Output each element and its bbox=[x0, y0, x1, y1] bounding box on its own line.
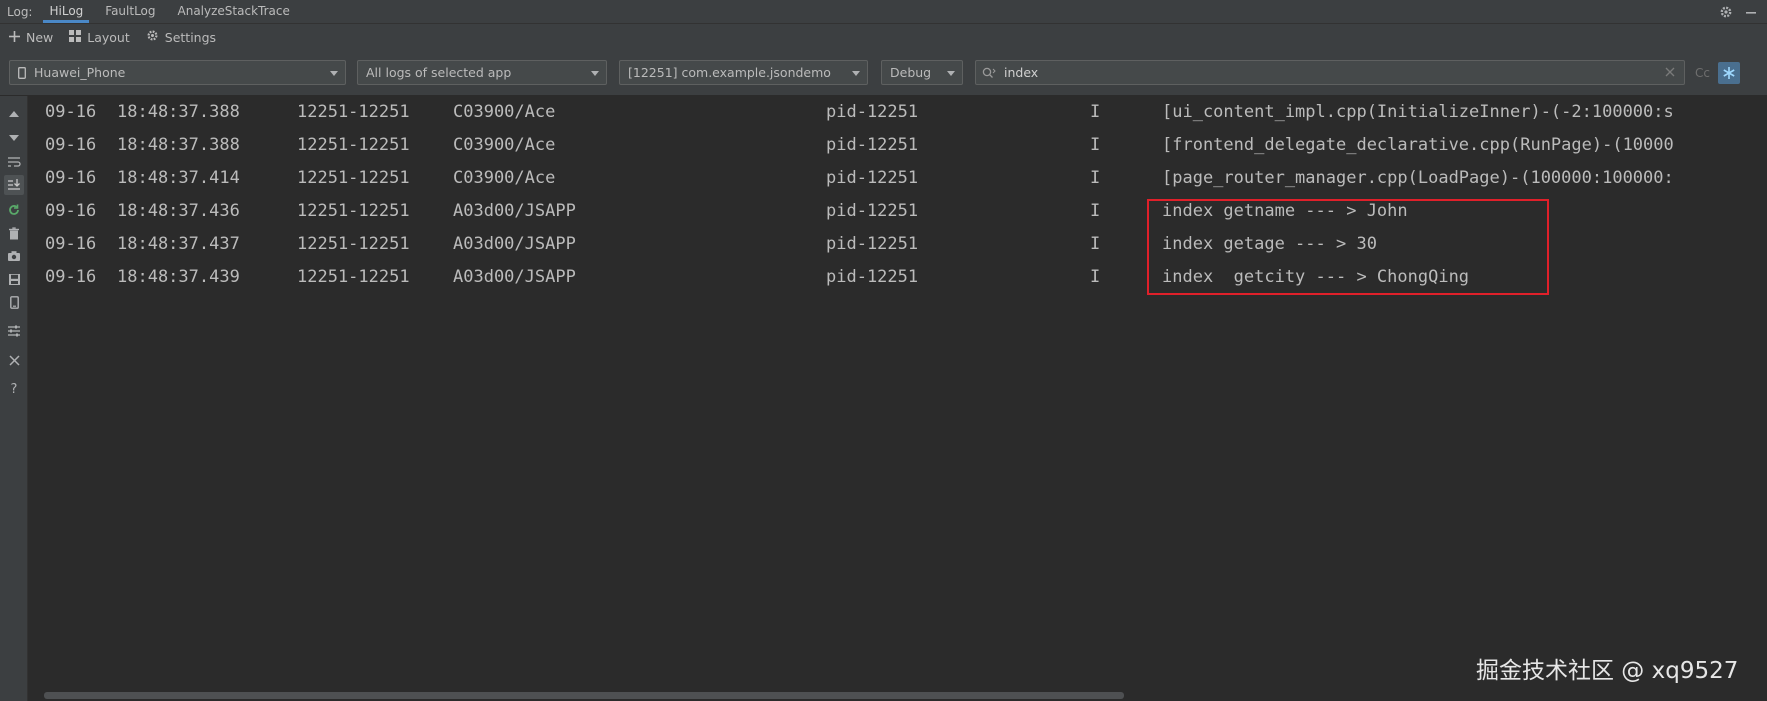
tab-analyzestacktrace[interactable]: AnalyzeStackTrace bbox=[167, 0, 301, 23]
layout-label: Layout bbox=[87, 29, 130, 45]
log-scope-select[interactable]: All logs of selected app bbox=[357, 60, 607, 85]
log-process: pid-12251 bbox=[826, 168, 919, 188]
log-date: 09-16 bbox=[45, 267, 97, 287]
tabbar-actions bbox=[1719, 0, 1767, 23]
plus-icon bbox=[9, 30, 20, 45]
help-icon[interactable]: ? bbox=[4, 379, 24, 399]
log-process: pid-12251 bbox=[826, 201, 919, 221]
log-pid-tid: 12251-12251 bbox=[297, 234, 410, 254]
clear-search-icon[interactable] bbox=[1664, 66, 1676, 78]
settings-label: Settings bbox=[164, 29, 217, 45]
log-output[interactable]: 09-16 18:48:37.388 12251-12251 C03900/Ac… bbox=[29, 96, 1767, 701]
log-tabbar: Log: HiLog FaultLog AnalyzeStackTrace bbox=[0, 0, 1767, 24]
phone-icon bbox=[18, 66, 26, 79]
match-case-toggle[interactable]: Cc bbox=[1695, 66, 1710, 80]
log-time: 18:48:37.414 bbox=[117, 168, 240, 188]
log-time: 18:48:37.388 bbox=[117, 135, 240, 155]
chevron-down-icon bbox=[330, 71, 338, 76]
log-tag: C03900/Ace bbox=[453, 102, 556, 122]
device-select-value: Huawei_Phone bbox=[34, 65, 126, 80]
log-time: 18:48:37.388 bbox=[117, 102, 240, 122]
process-select[interactable]: [12251] com.example.jsondemo bbox=[619, 60, 868, 85]
log-tag: C03900/Ace bbox=[453, 168, 556, 188]
action-bar: New Layout Settings bbox=[0, 24, 1767, 50]
log-date: 09-16 bbox=[45, 234, 97, 254]
log-tag: A03d00/JSAPP bbox=[453, 201, 576, 221]
log-tag: C03900/Ace bbox=[453, 135, 556, 155]
log-process: pid-12251 bbox=[826, 234, 919, 254]
new-button[interactable]: New bbox=[9, 30, 53, 45]
scroll-up-icon[interactable] bbox=[4, 104, 24, 124]
scroll-to-end-icon[interactable] bbox=[4, 175, 24, 195]
log-tag: A03d00/JSAPP bbox=[453, 267, 576, 287]
chevron-down-icon bbox=[852, 71, 860, 76]
highlight-annotation-box bbox=[1147, 199, 1549, 295]
log-level: I bbox=[1090, 234, 1101, 254]
search-field[interactable] bbox=[975, 60, 1685, 85]
log-pid-tid: 12251-12251 bbox=[297, 135, 410, 155]
search-icon bbox=[982, 67, 996, 79]
process-select-value: [12251] com.example.jsondemo bbox=[628, 65, 831, 80]
search-input[interactable] bbox=[1002, 64, 1642, 81]
gear-icon[interactable] bbox=[1719, 5, 1733, 19]
device-icon[interactable] bbox=[4, 292, 24, 312]
settings-button[interactable]: Settings bbox=[146, 29, 216, 45]
grid-icon bbox=[69, 29, 82, 45]
watermark-text: 掘金技术社区 @ xq9527 bbox=[1476, 658, 1739, 684]
log-pid-tid: 12251-12251 bbox=[297, 168, 410, 188]
log-scope-value: All logs of selected app bbox=[366, 65, 512, 80]
log-row[interactable]: 09-16 18:48:37.388 12251-12251 C03900/Ac… bbox=[29, 96, 1767, 129]
soft-wrap-icon[interactable] bbox=[4, 152, 24, 172]
log-level: I bbox=[1090, 267, 1101, 287]
camera-icon[interactable] bbox=[4, 246, 24, 266]
log-message: [ui_content_impl.cpp(InitializeInner)-(-… bbox=[1162, 102, 1674, 122]
log-date: 09-16 bbox=[45, 102, 97, 122]
log-process: pid-12251 bbox=[826, 102, 919, 122]
log-pid-tid: 12251-12251 bbox=[297, 267, 410, 287]
scroll-down-icon[interactable] bbox=[4, 128, 24, 148]
log-level: I bbox=[1090, 135, 1101, 155]
log-pid-tid: 12251-12251 bbox=[297, 102, 410, 122]
log-level-select[interactable]: Debug bbox=[881, 60, 963, 85]
device-select[interactable]: Huawei_Phone bbox=[9, 60, 346, 85]
log-date: 09-16 bbox=[45, 201, 97, 221]
tab-faultlog[interactable]: FaultLog bbox=[94, 0, 166, 23]
log-message: [page_router_manager.cpp(LoadPage)-(1000… bbox=[1162, 168, 1674, 188]
log-level-value: Debug bbox=[890, 65, 932, 80]
log-date: 09-16 bbox=[45, 168, 97, 188]
log-date: 09-16 bbox=[45, 135, 97, 155]
log-level: I bbox=[1090, 102, 1101, 122]
tab-hilog[interactable]: HiLog bbox=[38, 0, 94, 23]
minimize-icon[interactable] bbox=[1745, 5, 1757, 19]
trash-icon[interactable] bbox=[4, 223, 24, 243]
chevron-down-icon bbox=[947, 71, 955, 76]
log-level: I bbox=[1090, 168, 1101, 188]
log-process: pid-12251 bbox=[826, 267, 919, 287]
filter-bar: Huawei_Phone All logs of selected app [1… bbox=[0, 50, 1767, 96]
log-message: [frontend_delegate_declarative.cpp(RunPa… bbox=[1162, 135, 1674, 155]
log-level: I bbox=[1090, 201, 1101, 221]
gear-icon bbox=[146, 29, 159, 45]
new-label: New bbox=[26, 29, 54, 45]
log-prefix-label: Log: bbox=[7, 5, 33, 19]
log-pid-tid: 12251-12251 bbox=[297, 201, 410, 221]
log-tag: A03d00/JSAPP bbox=[453, 234, 576, 254]
log-process: pid-12251 bbox=[826, 135, 919, 155]
close-icon[interactable] bbox=[4, 350, 24, 370]
log-row[interactable]: 09-16 18:48:37.388 12251-12251 C03900/Ac… bbox=[29, 129, 1767, 162]
save-icon[interactable] bbox=[4, 269, 24, 289]
log-row[interactable]: 09-16 18:48:37.414 12251-12251 C03900/Ac… bbox=[29, 162, 1767, 195]
filter-settings-icon[interactable] bbox=[4, 321, 24, 341]
log-time: 18:48:37.439 bbox=[117, 267, 240, 287]
chevron-down-icon bbox=[591, 71, 599, 76]
left-toolbar: ? bbox=[0, 96, 28, 701]
horizontal-scrollbar[interactable] bbox=[44, 692, 1124, 699]
regex-toggle-icon[interactable] bbox=[1718, 62, 1740, 84]
log-time: 18:48:37.437 bbox=[117, 234, 240, 254]
layout-button[interactable]: Layout bbox=[69, 29, 130, 45]
restart-icon[interactable] bbox=[4, 200, 24, 220]
log-time: 18:48:37.436 bbox=[117, 201, 240, 221]
